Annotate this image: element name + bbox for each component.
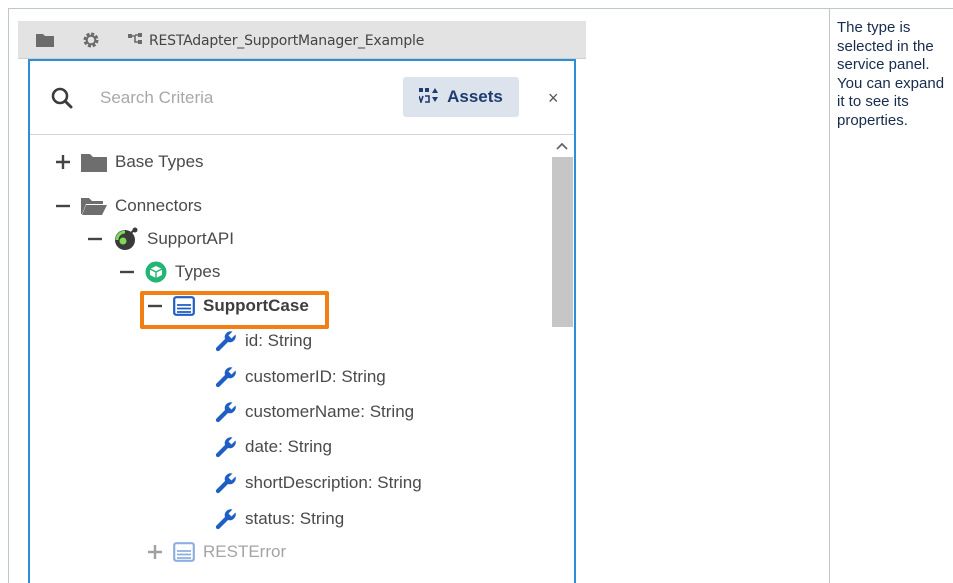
service-panel: RESTAdapter_SupportManager_Example Searc… — [18, 21, 586, 583]
wrench-icon — [215, 508, 237, 530]
tree-item-connectors[interactable]: Connectors — [56, 193, 202, 219]
rest-connector-icon — [113, 227, 139, 251]
wrench-icon — [215, 436, 237, 458]
table-border-top — [8, 8, 953, 9]
collapse-icon[interactable] — [148, 293, 162, 319]
wrench-icon — [215, 401, 237, 423]
collapse-icon[interactable] — [56, 193, 70, 219]
close-icon[interactable]: × — [548, 88, 559, 109]
search-icon — [51, 87, 73, 114]
property-label: date: String — [245, 437, 332, 456]
folder-icon — [81, 152, 107, 172]
folder-icon[interactable] — [36, 29, 54, 51]
property-item[interactable]: shortDescription: String — [215, 470, 422, 496]
tree-item-label: RESTError — [203, 542, 287, 561]
property-label: customerID: String — [245, 367, 386, 386]
tree-scrollbar[interactable] — [550, 140, 574, 583]
assets-filter-icon — [418, 87, 439, 108]
gear-icon[interactable] — [82, 29, 100, 51]
property-item[interactable]: date: String — [215, 434, 332, 460]
tree-item-supportcase[interactable]: SupportCase — [148, 293, 309, 319]
scroll-thumb[interactable] — [552, 157, 573, 327]
open-folder-icon — [81, 196, 107, 216]
table-column-divider — [829, 8, 830, 583]
asset-tree: Base Types Connectors SupportAPI Types S… — [30, 137, 550, 583]
collapse-icon[interactable] — [120, 259, 134, 285]
search-row: Assets × — [30, 61, 574, 135]
tree-item-label: Connectors — [115, 196, 202, 215]
property-item[interactable]: id: String — [215, 328, 312, 354]
project-name[interactable]: RESTAdapter_SupportManager_Example — [149, 21, 424, 59]
assets-button[interactable]: Assets — [403, 77, 519, 117]
tree-item-label: SupportAPI — [147, 229, 234, 248]
property-item[interactable]: customerID: String — [215, 364, 386, 390]
project-tree-icon — [127, 29, 143, 51]
property-item[interactable]: customerName: String — [215, 399, 414, 425]
data-type-icon — [173, 541, 195, 563]
property-label: customerName: String — [245, 402, 415, 421]
tree-item-types[interactable]: Types — [120, 259, 220, 285]
property-label: shortDescription: String — [245, 473, 422, 492]
collapse-icon[interactable] — [88, 226, 102, 252]
table-border-left — [8, 8, 9, 583]
search-input[interactable] — [98, 85, 398, 111]
explanation-text: The type is selected in the service pane… — [837, 19, 945, 129]
tree-item-base-types[interactable]: Base Types — [56, 149, 204, 175]
property-item[interactable]: status: String — [215, 506, 344, 532]
property-label: id: String — [245, 331, 313, 350]
tree-item-supportapi[interactable]: SupportAPI — [88, 226, 234, 252]
property-label: status: String — [245, 509, 345, 528]
tree-item-resterror[interactable]: RESTError — [148, 539, 286, 565]
expand-icon[interactable] — [56, 149, 70, 175]
panel-toolbar: RESTAdapter_SupportManager_Example — [18, 21, 586, 59]
expand-icon[interactable] — [148, 539, 162, 565]
tree-item-label: SupportCase — [203, 296, 309, 315]
asset-search-panel: Assets × Base Types — [28, 59, 576, 583]
data-type-icon — [173, 295, 195, 317]
wrench-icon — [215, 330, 237, 352]
types-cube-icon — [145, 261, 167, 283]
tree-item-label: Types — [175, 262, 221, 281]
tree-item-label: Base Types — [115, 152, 204, 171]
chevron-up-icon[interactable] — [556, 140, 568, 154]
assets-label: Assets — [447, 87, 503, 106]
wrench-icon — [215, 472, 237, 494]
wrench-icon — [215, 366, 237, 388]
